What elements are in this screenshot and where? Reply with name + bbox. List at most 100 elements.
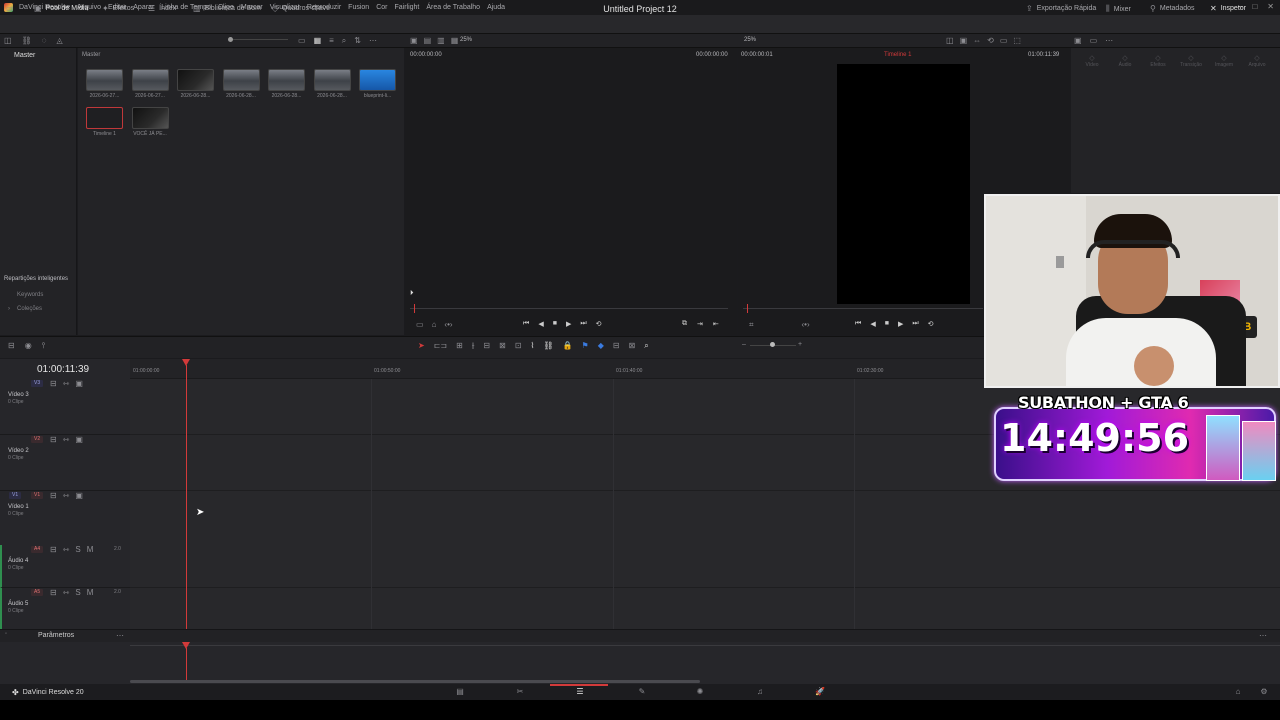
zoom-fit-icon[interactable]: ⊟ xyxy=(613,341,620,351)
source-split-icon[interactable]: ▥ xyxy=(437,36,445,45)
mark-out-icon[interactable]: ⇤ xyxy=(713,320,719,328)
clip-thumbnail[interactable] xyxy=(222,69,260,91)
audio-meter-icon[interactable]: ⫯ xyxy=(42,341,45,351)
lock-icon[interactable]: ⊟ xyxy=(50,491,57,500)
clip-thumbnail[interactable] xyxy=(177,69,214,91)
media-clip[interactable]: 2026-06-28... xyxy=(264,69,309,99)
auto-select-icon[interactable]: ⇿ xyxy=(63,545,70,554)
menu-cor[interactable]: Cor xyxy=(376,4,387,11)
replace-icon[interactable]: ⊡ xyxy=(515,341,522,351)
more-icon[interactable]: ⋯ xyxy=(369,36,377,46)
menu-area-de-trabalho[interactable]: Área de Trabalho xyxy=(426,4,480,11)
auto-select-icon[interactable]: ⇿ xyxy=(63,379,70,388)
source-patch-v1[interactable]: V1 xyxy=(9,492,22,499)
zoom-custom-icon[interactable]: ⌕ xyxy=(644,341,648,351)
parameters-label[interactable]: Parâmetros xyxy=(38,632,74,639)
search-icon[interactable]: ⌕ xyxy=(342,36,346,46)
media-clip[interactable]: VOCÊ JÁ PE... xyxy=(128,107,173,137)
selection-tool-icon[interactable]: ➤ xyxy=(418,341,425,351)
clip-thumbnail[interactable] xyxy=(131,107,169,129)
menu-fusion[interactable]: Fusion xyxy=(348,4,369,11)
lock-icon[interactable]: ⊟ xyxy=(50,435,57,444)
metadata-view-icon[interactable]: ▭ xyxy=(298,36,306,46)
source-audio-icon[interactable]: ▦ xyxy=(451,36,459,45)
inspector-expand-icon[interactable]: ▭ xyxy=(1090,36,1098,45)
track-id-v2[interactable]: V2 xyxy=(31,436,44,443)
mute-icon[interactable]: M xyxy=(87,588,94,597)
overwrite-icon[interactable]: ⊠ xyxy=(499,341,506,351)
color-page-icon[interactable]: ✺ xyxy=(694,687,706,697)
smart-bin-chevron-icon[interactable]: › xyxy=(8,306,10,312)
source-aspect-icon[interactable]: ▭ xyxy=(416,320,424,329)
source-jog-icon[interactable]: ‹•› xyxy=(444,320,452,329)
effects-button[interactable]: ✦ Efeitos xyxy=(102,4,134,13)
index-button[interactable]: ☰ Índex xyxy=(148,4,176,13)
dot-icon[interactable]: ◌ xyxy=(42,36,47,45)
snapping-icon[interactable]: ⌇ xyxy=(531,341,535,351)
panel-layout-icon[interactable]: ◫ xyxy=(4,36,12,45)
skip-back-icon[interactable]: ⏮ xyxy=(523,320,529,328)
playhead-line[interactable] xyxy=(186,365,187,629)
auto-select-icon[interactable]: ⇿ xyxy=(63,491,70,500)
insert-clip-icon[interactable]: ⧉ xyxy=(682,320,687,328)
deliver-page-icon[interactable]: 🚀 xyxy=(814,687,826,697)
media-clip[interactable]: 2026-06-28... xyxy=(310,69,355,99)
metadata-button[interactable]: ⚲ Metadados xyxy=(1150,4,1195,13)
parameters-options-icon[interactable]: ⋯ xyxy=(1259,631,1267,640)
mark-in-icon[interactable]: ⇥ xyxy=(697,320,703,328)
lock-icon[interactable]: ⊟ xyxy=(50,588,57,597)
auto-select-icon[interactable]: ⇿ xyxy=(63,435,70,444)
list-view-icon[interactable]: ≡ xyxy=(329,36,334,46)
bin-icon[interactable]: ◬ xyxy=(56,36,62,45)
bin-master[interactable]: Master xyxy=(14,52,35,59)
source-marker-icon[interactable]: ⌂ xyxy=(432,320,437,329)
track-id-v3[interactable]: V3 xyxy=(31,380,44,387)
flag-icon[interactable]: ⚑ xyxy=(582,341,589,351)
track-enable-icon[interactable]: ▣ xyxy=(75,491,83,500)
sync-icon[interactable]: ⟲ xyxy=(987,36,994,45)
quick-export-button[interactable]: ⇪ Exportação Rápida xyxy=(1026,4,1096,13)
inspector-more-icon[interactable]: ⋯ xyxy=(1105,36,1113,45)
play-reverse-icon[interactable]: ◀ xyxy=(538,320,543,328)
marker-icon[interactable]: ◆ xyxy=(598,341,604,351)
timeline-timecode[interactable]: 01:00:11:39 xyxy=(37,364,89,375)
inspector-button[interactable]: ✕ Inspetor xyxy=(1210,4,1246,13)
media-clip[interactable]: 2026-06-27... xyxy=(128,69,173,99)
trim-tool-icon[interactable]: ⊏⊐ xyxy=(434,341,447,351)
inspector-tab[interactable]: ◇ Imagem xyxy=(1212,54,1236,68)
timeline-viewer-playhead[interactable] xyxy=(747,304,748,313)
maximize-icon[interactable]: □ xyxy=(1252,2,1257,11)
menu-ajuda[interactable]: Ajuda xyxy=(487,4,505,11)
tl-stop-icon[interactable]: ■ xyxy=(885,320,889,328)
timeline-view-options-icon[interactable]: ⊟ xyxy=(8,341,15,351)
parameters-more-icon[interactable]: ⋯ xyxy=(116,631,124,640)
track-id-a4[interactable]: A4 xyxy=(31,546,44,553)
blade-tool-icon[interactable]: ⫲ xyxy=(472,341,475,351)
zoom-detail-icon[interactable]: ⊠ xyxy=(629,341,636,351)
media-clip[interactable]: 2026-06-28... xyxy=(219,69,264,99)
media-clip[interactable]: blueprint-li... xyxy=(355,69,400,99)
tl-play-icon[interactable]: ▶ xyxy=(898,320,903,328)
inspector-tab[interactable]: ◇ Vídeo xyxy=(1080,54,1104,68)
timeline-name-dropdown[interactable]: Timeline 1 xyxy=(884,52,911,58)
parameters-collapse-icon[interactable]: ◦ xyxy=(5,631,7,637)
sort-icon[interactable]: ⇅ xyxy=(354,36,361,46)
tl-loop-icon[interactable]: ⟲ xyxy=(928,320,934,328)
parameters-playhead-line[interactable] xyxy=(186,648,187,682)
media-clip[interactable]: 2026-06-28... xyxy=(173,69,218,99)
track-enable-icon[interactable]: ▣ xyxy=(75,379,83,388)
tl-play-reverse-icon[interactable]: ◀ xyxy=(870,320,875,328)
close-icon[interactable]: ✕ xyxy=(1267,2,1274,11)
clip-thumbnail[interactable] xyxy=(86,69,123,91)
timeline-zoom-icon[interactable]: ◉ xyxy=(25,341,32,351)
media-clip[interactable]: Timeline 1 xyxy=(82,107,127,137)
lock-icon[interactable]: ⊟ xyxy=(50,545,57,554)
transform-icon[interactable]: ⇔ xyxy=(973,36,981,45)
settings-gear-icon[interactable]: ⚙ xyxy=(1258,687,1270,697)
grid-view-icon[interactable]: ▦ xyxy=(314,36,322,46)
insert-icon[interactable]: ⊟ xyxy=(483,341,490,351)
mute-icon[interactable]: M xyxy=(87,545,94,554)
source-zoom[interactable]: 25% xyxy=(460,37,472,43)
source-scrubber[interactable] xyxy=(410,308,728,309)
sound-library-button[interactable]: ▥ Biblioteca de Som xyxy=(193,4,261,13)
